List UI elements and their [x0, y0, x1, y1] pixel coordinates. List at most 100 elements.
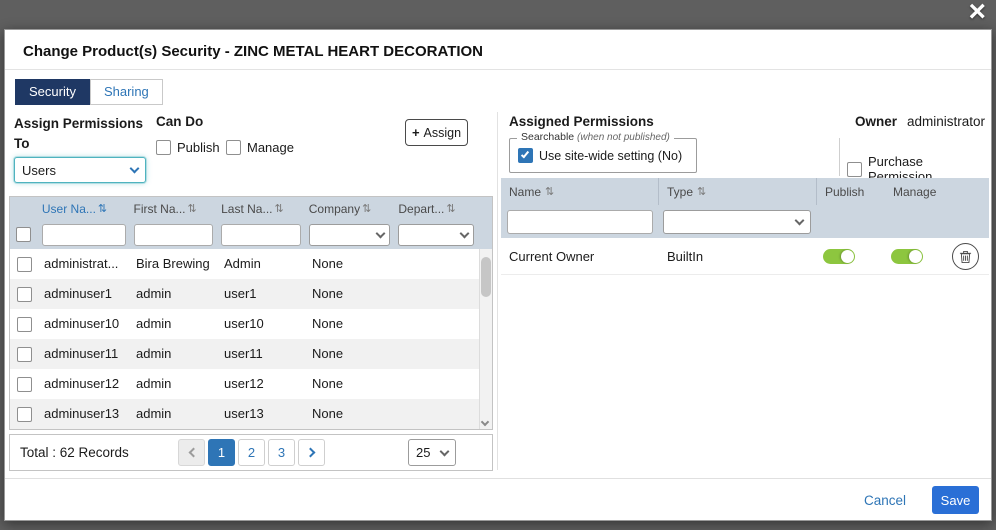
- page-2-button[interactable]: 2: [238, 439, 265, 466]
- dialog-footer: Cancel Save: [5, 478, 991, 521]
- page-size-value: 25: [416, 445, 430, 460]
- column-first-name-label[interactable]: First Na...: [134, 202, 186, 216]
- assign-button[interactable]: + Assign: [405, 119, 468, 146]
- permissions-filter-row: [501, 205, 989, 238]
- users-table: User Na... ⇅ First Na... ⇅ Last Na... ⇅ …: [9, 196, 493, 430]
- assign-target-select[interactable]: Users: [14, 157, 146, 183]
- users-table-body: administrat... Bira Brewing Admin None a…: [10, 249, 492, 429]
- cell-first-name: admin: [130, 369, 218, 399]
- filter-department-select[interactable]: [398, 224, 474, 246]
- searchable-group: Searchable (when not published) Use site…: [509, 138, 697, 173]
- filter-type-select[interactable]: [663, 210, 811, 234]
- publish-toggle[interactable]: [823, 249, 855, 264]
- searchable-note: (when not published): [577, 132, 670, 143]
- plus-icon: +: [412, 125, 420, 140]
- next-page-button[interactable]: [298, 439, 325, 466]
- tab-security[interactable]: Security: [15, 79, 90, 105]
- assign-target-value: Users: [22, 163, 56, 178]
- column-name-label[interactable]: Name: [509, 185, 541, 199]
- filter-name-input[interactable]: [507, 210, 653, 234]
- filter-company-select[interactable]: [309, 224, 391, 246]
- cell-last-name: user11: [218, 339, 306, 369]
- page-size-select[interactable]: 25: [408, 439, 456, 466]
- cancel-button[interactable]: Cancel: [864, 493, 906, 508]
- manage-toggle[interactable]: [891, 249, 923, 264]
- cell-company: None: [306, 339, 396, 369]
- scroll-down-icon[interactable]: [481, 418, 489, 426]
- tab-sharing[interactable]: Sharing: [90, 79, 163, 105]
- chevron-down-icon: [440, 446, 450, 456]
- manage-label: Manage: [247, 140, 294, 155]
- filter-user-name-input[interactable]: [42, 224, 126, 246]
- assigned-permissions-panel: Assigned Permissions Owner administrator…: [501, 110, 989, 472]
- cell-company: None: [306, 309, 396, 339]
- column-company-label[interactable]: Company: [309, 202, 360, 216]
- sort-asc-icon[interactable]: ⇅: [98, 202, 107, 215]
- prev-page-button[interactable]: [178, 439, 205, 466]
- cell-last-name: user13: [218, 399, 306, 429]
- delete-permission-button[interactable]: [952, 243, 979, 270]
- cell-company: None: [306, 399, 396, 429]
- cell-user-name: adminuser10: [38, 309, 130, 339]
- sitewide-setting-checkbox[interactable]: [518, 148, 533, 163]
- cell-company: None: [306, 369, 396, 399]
- column-last-name: Last Na... ⇅: [217, 202, 305, 216]
- row-checkbox[interactable]: [17, 407, 32, 422]
- sort-icon[interactable]: ⇅: [274, 202, 283, 215]
- title-divider: [5, 69, 991, 70]
- purchase-permission-checkbox[interactable]: [847, 162, 862, 177]
- cell-user-name: adminuser11: [38, 339, 130, 369]
- pagination: 1 2 3: [178, 439, 325, 466]
- sort-icon[interactable]: ⇅: [188, 202, 197, 215]
- column-manage-label: Manage: [893, 185, 936, 199]
- owner-label: Owner: [855, 114, 897, 129]
- select-all-checkbox[interactable]: [16, 227, 31, 242]
- searchable-label: Searchable: [521, 131, 574, 143]
- column-last-name-label[interactable]: Last Na...: [221, 202, 272, 216]
- save-button[interactable]: Save: [932, 486, 979, 514]
- sitewide-setting-label: Use site-wide setting (No): [539, 149, 682, 163]
- cell-company: None: [306, 279, 396, 309]
- row-checkbox[interactable]: [17, 317, 32, 332]
- manage-checkbox[interactable]: [226, 140, 241, 155]
- row-checkbox[interactable]: [17, 257, 32, 272]
- manage-checkbox-group: Manage: [226, 140, 294, 155]
- sort-icon[interactable]: ⇅: [446, 202, 455, 215]
- column-department: Depart... ⇅: [394, 202, 478, 216]
- column-department-label[interactable]: Depart...: [398, 202, 444, 216]
- page-1-button[interactable]: 1: [208, 439, 235, 466]
- can-do-label: Can Do: [156, 114, 203, 129]
- table-row: adminuser10 admin user10 None: [10, 309, 492, 339]
- filter-first-name-input[interactable]: [134, 224, 214, 246]
- chevron-down-icon: [460, 228, 470, 238]
- chevron-down-icon: [130, 164, 140, 174]
- publish-checkbox[interactable]: [156, 140, 171, 155]
- row-checkbox[interactable]: [17, 287, 32, 302]
- column-publish-label: Publish: [825, 185, 864, 199]
- sort-icon[interactable]: ⇅: [362, 202, 371, 215]
- publish-checkbox-group: Publish: [156, 140, 220, 155]
- assigned-permissions-table: Name ⇅ Type ⇅ Publish Manage: [501, 178, 989, 275]
- sort-icon[interactable]: ⇅: [545, 185, 554, 198]
- row-checkbox[interactable]: [17, 377, 32, 392]
- toggle-knob: [841, 250, 854, 263]
- scrollbar-thumb[interactable]: [481, 257, 491, 297]
- close-icon[interactable]: ×: [968, 0, 986, 28]
- owner-value: administrator: [907, 114, 985, 129]
- trash-icon: [959, 250, 972, 264]
- table-row: adminuser11 admin user11 None: [10, 339, 492, 369]
- vertical-scrollbar[interactable]: [479, 249, 492, 429]
- table-row: adminuser12 admin user12 None: [10, 369, 492, 399]
- cell-last-name: user12: [218, 369, 306, 399]
- cell-company: None: [306, 249, 396, 279]
- column-user-name-label[interactable]: User Na...: [42, 202, 96, 216]
- page-3-button[interactable]: 3: [268, 439, 295, 466]
- column-type-label[interactable]: Type: [667, 185, 693, 199]
- cell-last-name: Admin: [218, 249, 306, 279]
- check-icon: [521, 150, 529, 159]
- filter-last-name-input[interactable]: [221, 224, 301, 246]
- chevron-left-icon: [188, 448, 198, 458]
- sort-icon[interactable]: ⇅: [697, 185, 706, 198]
- row-checkbox[interactable]: [17, 347, 32, 362]
- column-publish: Publish: [817, 178, 885, 205]
